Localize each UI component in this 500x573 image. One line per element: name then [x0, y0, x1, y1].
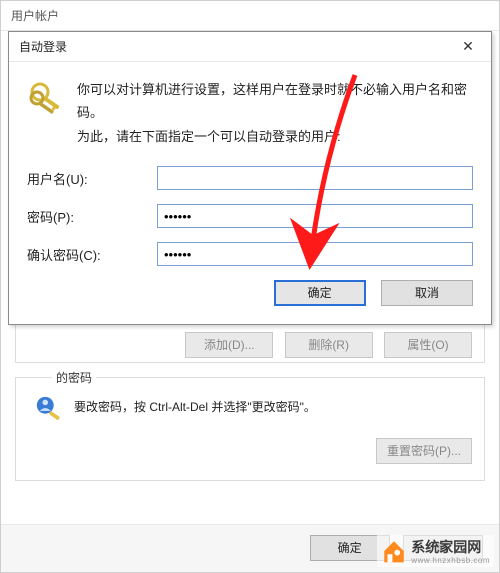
add-button[interactable]: 添加(D)... — [185, 332, 273, 358]
keys-icon — [27, 78, 67, 118]
house-icon — [381, 538, 407, 564]
properties-button: 属性(O) — [384, 332, 472, 358]
confirm-input[interactable] — [157, 242, 473, 266]
confirm-label: 确认密码(C): — [27, 245, 157, 264]
password-legend: 的密码 — [52, 369, 96, 386]
watermark-url: www.hnzxhbsb.com — [411, 557, 490, 565]
modal-cancel-button[interactable]: 取消 — [381, 280, 473, 306]
reset-password-button: 重置密码(P)... — [376, 438, 472, 464]
auto-login-dialog: 自动登录 ✕ 你可以对计算机进行设置，这样用户在登录时就不必输入用户名和密码。 … — [8, 31, 492, 325]
username-input[interactable] — [157, 166, 473, 190]
parent-title: 用户帐户 — [11, 9, 59, 23]
modal-info-text: 你可以对计算机进行设置，这样用户在登录时就不必输入用户名和密码。 为此，请在下面… — [77, 78, 473, 148]
password-instruction: 要改密码，按 Ctrl-Alt-Del 并选择"更改密码"。 — [74, 388, 472, 415]
remove-button: 删除(R) — [285, 332, 373, 358]
modal-titlebar[interactable]: 自动登录 ✕ — [9, 32, 491, 62]
username-label: 用户名(U): — [27, 169, 157, 188]
password-input[interactable] — [157, 204, 473, 228]
watermark: 系统家园网 www.hnzxhbsb.com — [377, 535, 494, 567]
modal-info-line1: 你可以对计算机进行设置，这样用户在登录时就不必输入用户名和密码。 — [77, 82, 467, 120]
parent-titlebar[interactable]: 用户帐户 — [1, 1, 499, 31]
auto-login-form: 用户名(U): 密码(P): 确认密码(C): — [27, 166, 473, 266]
modal-button-row: 确定 取消 — [27, 280, 473, 306]
password-section: 的密码 要改密码，按 Ctrl-Alt-Del 并选择"更改密码"。 重置密码(… — [15, 377, 485, 481]
password-label: 密码(P): — [27, 207, 157, 226]
close-icon[interactable]: ✕ — [451, 36, 485, 58]
modal-ok-button[interactable]: 确定 — [274, 280, 366, 306]
modal-info-line2: 为此，请在下面指定一个可以自动登录的用户: — [77, 129, 341, 144]
user-buttons-row: 添加(D)... 删除(R) 属性(O) — [28, 332, 472, 358]
modal-title: 自动登录 — [19, 38, 67, 55]
watermark-brand: 系统家园网 — [411, 539, 481, 555]
key-user-icon — [34, 394, 64, 424]
modal-body: 你可以对计算机进行设置，这样用户在登录时就不必输入用户名和密码。 为此，请在下面… — [9, 62, 491, 324]
